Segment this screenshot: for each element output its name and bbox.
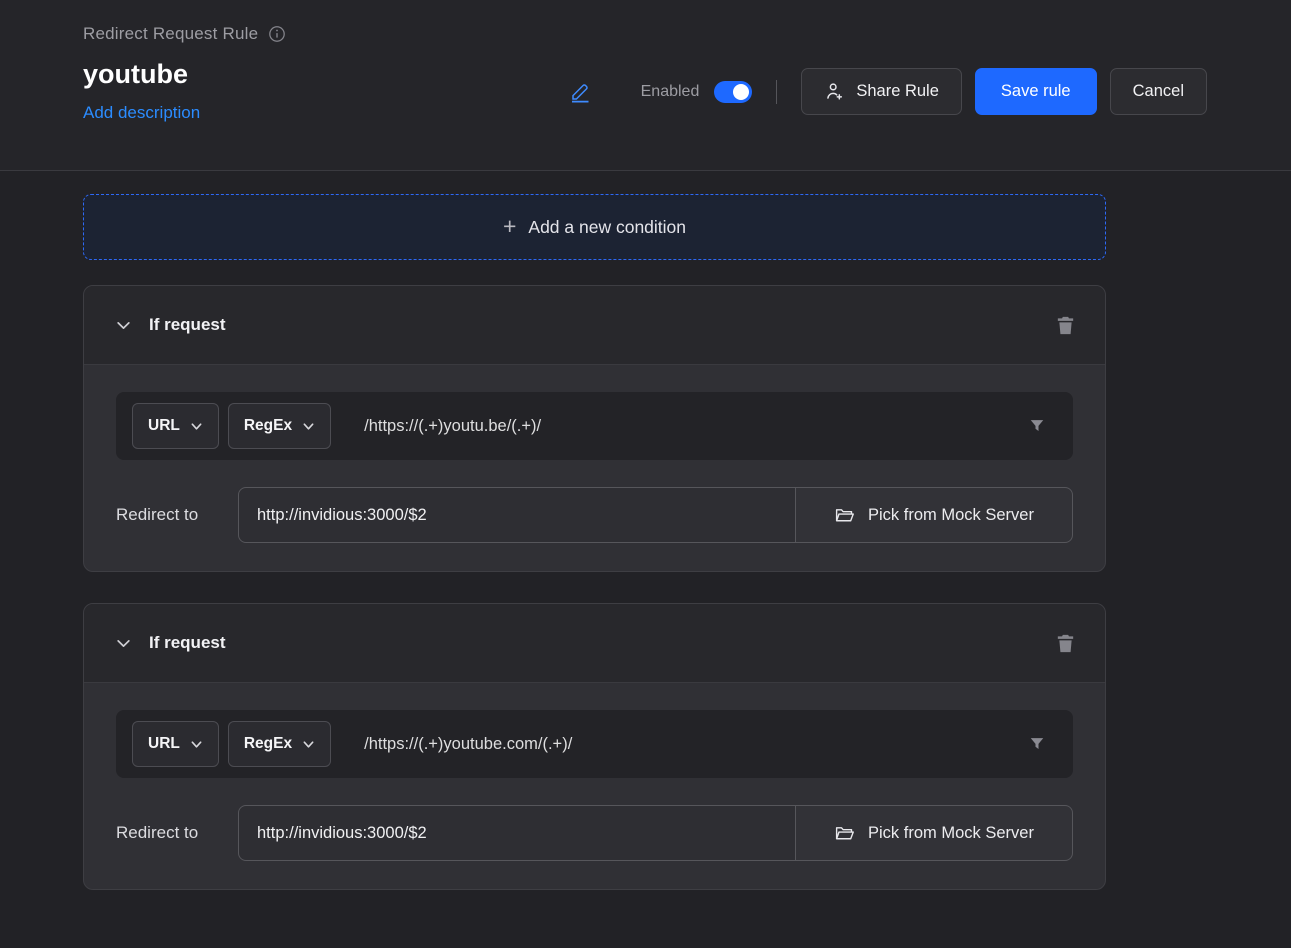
- source-key-value: URL: [148, 735, 180, 753]
- condition-title: If request: [149, 315, 226, 335]
- source-operator-select[interactable]: RegEx: [228, 403, 331, 449]
- source-condition-row: URL RegEx: [116, 392, 1073, 460]
- chevron-down-icon: [115, 635, 132, 652]
- folder-open-icon: [834, 505, 855, 526]
- condition-title: If request: [149, 633, 226, 653]
- enabled-label: Enabled: [641, 83, 700, 101]
- rule-conditions-area: + Add a new condition If request: [0, 171, 1291, 890]
- condition-card: If request URL: [83, 285, 1106, 572]
- share-rule-button[interactable]: Share Rule: [801, 68, 962, 115]
- enabled-toggle[interactable]: [714, 81, 752, 103]
- chevron-down-icon: [190, 738, 203, 751]
- add-condition-label: Add a new condition: [528, 217, 686, 238]
- share-rule-label: Share Rule: [856, 82, 939, 101]
- chevron-down-icon: [115, 317, 132, 334]
- condition-card-header: If request: [84, 286, 1105, 365]
- save-rule-label: Save rule: [1001, 82, 1071, 101]
- pencil-icon: [569, 81, 591, 103]
- toggle-knob: [733, 84, 749, 100]
- condition-card-body: URL RegEx: [84, 365, 1105, 571]
- source-operator-select[interactable]: RegEx: [228, 721, 331, 767]
- chevron-down-icon: [302, 738, 315, 751]
- condition-card: If request URL: [83, 603, 1106, 890]
- delete-condition-button[interactable]: [1050, 628, 1081, 659]
- source-key-select[interactable]: URL: [132, 721, 219, 767]
- header-controls: Enabled Share Rule Save rule Cancel: [569, 68, 1207, 115]
- edit-rule-name-button[interactable]: [569, 81, 591, 103]
- source-operator-value: RegEx: [244, 417, 292, 435]
- info-icon[interactable]: [268, 25, 286, 43]
- plus-icon: +: [503, 215, 516, 238]
- trash-icon: [1054, 632, 1077, 655]
- source-condition-row: URL RegEx: [116, 710, 1073, 778]
- redirect-destination-input[interactable]: [238, 805, 796, 861]
- add-condition-button[interactable]: + Add a new condition: [83, 194, 1106, 260]
- cancel-label: Cancel: [1133, 82, 1184, 101]
- redirect-to-label: Redirect to: [116, 823, 238, 843]
- filter-icon: [1027, 416, 1047, 436]
- mock-server-label: Pick from Mock Server: [868, 506, 1034, 525]
- filter-icon: [1027, 734, 1047, 754]
- source-filters-button[interactable]: [1023, 412, 1051, 440]
- trash-icon: [1054, 314, 1077, 337]
- source-value-input[interactable]: [340, 417, 1023, 436]
- redirect-row: Redirect to Pick from Mock Server: [116, 805, 1073, 861]
- pick-from-mock-server-button[interactable]: Pick from Mock Server: [795, 487, 1073, 543]
- user-plus-icon: [824, 81, 845, 102]
- rule-type-row: Redirect Request Rule: [83, 24, 1207, 44]
- source-operator-value: RegEx: [244, 735, 292, 753]
- mock-server-label: Pick from Mock Server: [868, 824, 1034, 843]
- cancel-button[interactable]: Cancel: [1110, 68, 1207, 115]
- source-value-input[interactable]: [340, 735, 1023, 754]
- condition-card-header: If request: [84, 604, 1105, 683]
- pick-from-mock-server-button[interactable]: Pick from Mock Server: [795, 805, 1073, 861]
- source-key-select[interactable]: URL: [132, 403, 219, 449]
- condition-card-body: URL RegEx: [84, 683, 1105, 889]
- rule-editor-header: Redirect Request Rule youtube Add descri…: [0, 0, 1291, 171]
- folder-open-icon: [834, 823, 855, 844]
- redirect-destination-input[interactable]: [238, 487, 796, 543]
- collapse-condition-button[interactable]: [115, 635, 132, 652]
- source-key-value: URL: [148, 417, 180, 435]
- chevron-down-icon: [302, 420, 315, 433]
- redirect-to-label: Redirect to: [116, 505, 238, 525]
- delete-condition-button[interactable]: [1050, 310, 1081, 341]
- source-filters-button[interactable]: [1023, 730, 1051, 758]
- chevron-down-icon: [190, 420, 203, 433]
- collapse-condition-button[interactable]: [115, 317, 132, 334]
- redirect-row: Redirect to Pick from Mock Server: [116, 487, 1073, 543]
- rule-type-label: Redirect Request Rule: [83, 24, 258, 44]
- save-rule-button[interactable]: Save rule: [975, 68, 1097, 115]
- add-description-link[interactable]: Add description: [83, 103, 200, 123]
- header-divider: [776, 80, 777, 104]
